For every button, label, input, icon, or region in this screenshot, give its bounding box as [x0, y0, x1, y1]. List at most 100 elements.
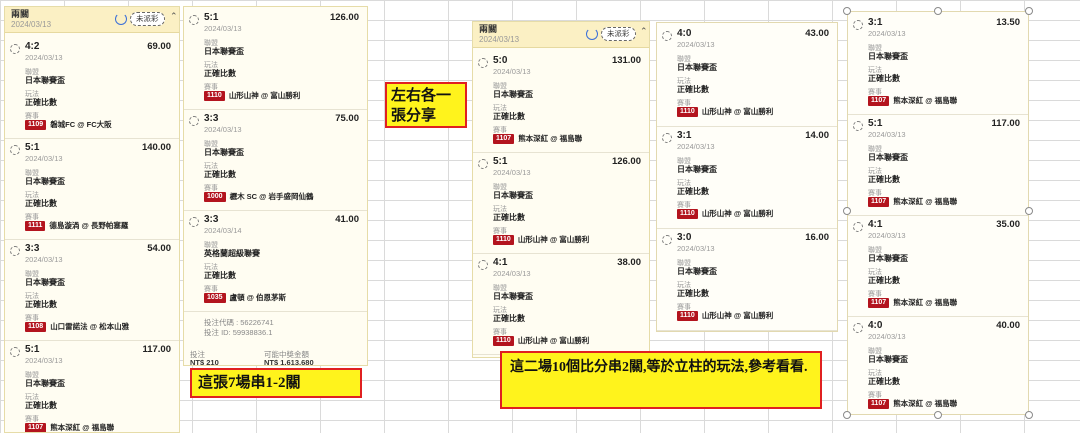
- select-radio[interactable]: [853, 20, 863, 30]
- odds: 40.00: [996, 320, 1020, 331]
- match-code-badge: 1107: [868, 96, 890, 107]
- select-radio[interactable]: [662, 133, 672, 143]
- resize-handle[interactable]: [843, 7, 851, 15]
- league-value: 日本聯賽盃: [25, 177, 65, 186]
- match-name: 熊本深紅 @ 福島聯: [518, 134, 583, 143]
- entry-date: 2024/03/13: [493, 168, 531, 177]
- match-code-badge: 1107: [868, 399, 890, 410]
- select-radio[interactable]: [478, 58, 488, 68]
- select-radio[interactable]: [10, 145, 20, 155]
- league-value: 日本聯賽盃: [868, 153, 908, 162]
- bet-entry: 3:3 54.00 2024/03/13 聯盟 日本聯賽盃 玩法 正確比數 賽事 1108 山口雷…: [5, 240, 179, 341]
- refresh-icon[interactable]: [115, 13, 127, 25]
- refresh-icon[interactable]: [586, 28, 598, 40]
- select-radio[interactable]: [853, 323, 863, 333]
- match-line: 1107 熊本深紅 @ 福島聯: [868, 398, 957, 410]
- resize-handle[interactable]: [1025, 7, 1033, 15]
- note-ten-scores[interactable]: 這二場10個比分串2關,等於立柱的玩法,參考看看.: [500, 351, 822, 409]
- match-line: 1110 山形山神 @ 富山勝利: [677, 208, 773, 220]
- bet-entry: 5:1 126.00 2024/03/13 聯盟 日本聯賽盃 玩法 正確比數 賽事 1110 山形…: [473, 153, 649, 254]
- league-value: 英格蘭超級聯賽: [204, 249, 260, 258]
- entry-date: 2024/03/13: [677, 244, 715, 253]
- score: 5:1: [25, 142, 40, 153]
- score: 5:1: [204, 12, 219, 23]
- match-line: 1000 櫪木 SC @ 岩手盛岡仙鶴: [204, 191, 314, 203]
- select-radio[interactable]: [189, 15, 199, 25]
- odds: 75.00: [335, 113, 359, 124]
- match-name: 盧頓 @ 伯恩茅斯: [229, 293, 287, 302]
- odds: 126.00: [611, 156, 641, 167]
- chevron-up-icon[interactable]: ⌃: [640, 26, 648, 37]
- league-value: 日本聯賽盃: [677, 165, 717, 174]
- score: 4:2: [25, 41, 40, 52]
- select-radio[interactable]: [662, 235, 672, 245]
- note-seven-legs[interactable]: 這張7場串1-2關: [190, 368, 362, 398]
- bet-entry: 3:1 14.00 2024/03/13 聯盟 日本聯賽盃 玩法 正確比數 賽事 1110 山形山…: [657, 127, 837, 229]
- play-value: 正確比數: [204, 69, 236, 78]
- bet-entry: 4:0 40.00 2024/03/13 聯盟 日本聯賽盃 玩法 正確比數 賽事 1107 熊本深…: [848, 317, 1028, 414]
- score: 4:0: [868, 320, 883, 331]
- play-value: 正確比數: [677, 289, 709, 298]
- bet-entry: 3:3 75.00 2024/03/13 聯盟 日本聯賽盃 玩法 正確比數 賽事 1000 櫪木 …: [184, 110, 367, 211]
- resize-handle[interactable]: [843, 207, 851, 215]
- odds: 43.00: [805, 28, 829, 39]
- payout-value: NT$ 1,613,680: [264, 358, 314, 366]
- select-radio[interactable]: [10, 347, 20, 357]
- entry-date: 2024/03/13: [204, 125, 242, 134]
- match-code-badge: 1110: [204, 91, 225, 102]
- league-value: 日本聯賽盃: [677, 267, 717, 276]
- resize-handle[interactable]: [1025, 411, 1033, 419]
- score: 3:1: [868, 17, 883, 28]
- odds: 41.00: [335, 214, 359, 225]
- note-left-right[interactable]: 左右各一張分享: [385, 82, 467, 128]
- entry-date: 2024/03/13: [677, 142, 715, 151]
- select-radio[interactable]: [10, 246, 20, 256]
- score: 3:1: [677, 130, 692, 141]
- select-radio[interactable]: [189, 217, 199, 227]
- select-radio[interactable]: [662, 31, 672, 41]
- select-radio[interactable]: [853, 222, 863, 232]
- match-name: 熊本深紅 @ 福島聯: [50, 423, 115, 432]
- match-name: 熊本深紅 @ 福島聯: [893, 298, 958, 307]
- play-value: 正確比數: [25, 300, 57, 309]
- match-code-badge: 1107: [493, 134, 515, 145]
- entry-date: 2024/03/13: [25, 53, 63, 62]
- play-value: 正確比數: [25, 98, 57, 107]
- score: 5:1: [493, 156, 508, 167]
- bet-entry: 5:1 117.00 2024/03/13 聯盟 日本聯賽盃 玩法 正確比數 賽事 1107 熊本…: [5, 341, 179, 432]
- score: 3:0: [677, 232, 692, 243]
- select-radio[interactable]: [478, 159, 488, 169]
- match-code-badge: 1107: [868, 298, 890, 309]
- play-value: 正確比數: [868, 276, 900, 285]
- match-name: 山形山神 @ 富山勝利: [517, 235, 590, 244]
- match-name: 山形山神 @ 富山勝利: [517, 336, 590, 345]
- odds: 117.00: [142, 344, 171, 355]
- match-line: 1110 山形山神 @ 富山勝利: [493, 335, 590, 347]
- score: 4:1: [868, 219, 883, 230]
- resize-handle[interactable]: [1025, 207, 1033, 215]
- resize-handle[interactable]: [843, 411, 851, 419]
- match-code-badge: 1109: [25, 120, 47, 131]
- select-radio[interactable]: [10, 44, 20, 54]
- bet-entry: 5:1 117.00 2024/03/13 聯盟 日本聯賽盃 玩法 正確比數 賽事 1107 熊本…: [848, 115, 1028, 216]
- resize-handle[interactable]: [934, 7, 942, 15]
- match-line: 1110 山形山神 @ 富山勝利: [677, 310, 773, 322]
- match-name: 山形山神 @ 富山勝利: [701, 107, 774, 116]
- match-code-badge: 1110: [677, 209, 698, 220]
- select-radio[interactable]: [189, 116, 199, 126]
- select-radio[interactable]: [478, 260, 488, 270]
- score: 3:3: [204, 214, 219, 225]
- entry-date: 2024/03/13: [677, 40, 715, 49]
- odds: 69.00: [147, 41, 171, 52]
- chevron-up-icon[interactable]: ⌃: [170, 11, 178, 22]
- bet-entry: 3:0 16.00 2024/03/13 聯盟 日本聯賽盃 玩法 正確比數 賽事 1110 山形山…: [657, 229, 837, 331]
- match-code-badge: 1000: [204, 192, 226, 203]
- match-line: 1035 盧頓 @ 伯恩茅斯: [204, 292, 287, 304]
- resize-handle[interactable]: [934, 411, 942, 419]
- score: 3:3: [25, 243, 40, 254]
- odds: 140.00: [141, 142, 171, 153]
- match-code-badge: 1035: [204, 293, 226, 304]
- match-code-badge: 1110: [677, 311, 698, 322]
- select-radio[interactable]: [853, 121, 863, 131]
- match-code-badge: 1110: [493, 235, 514, 246]
